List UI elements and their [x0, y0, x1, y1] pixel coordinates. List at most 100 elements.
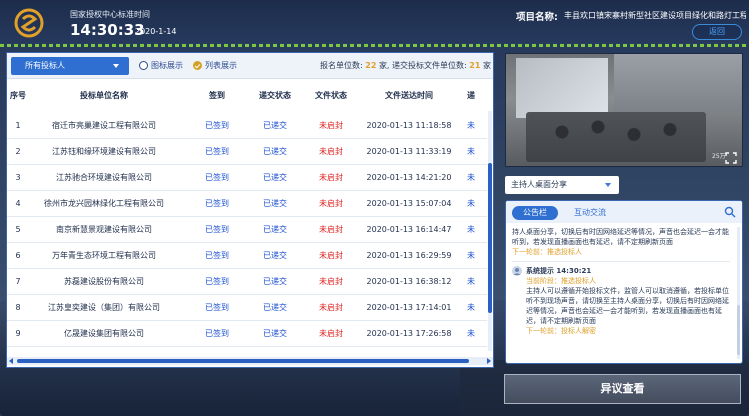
- table-vertical-scrollbar[interactable]: [488, 111, 492, 351]
- row-no: 7: [15, 277, 21, 286]
- row-file: 未启封: [319, 173, 343, 182]
- row-more: 未: [467, 121, 475, 130]
- notice-panel: 公告栏 互动交流 持人桌面分享，切换后有时因网络延迟等情况，声音也会延迟一会才能…: [505, 200, 743, 364]
- row-name: 江苏钰和缘环境建设有限公司: [52, 147, 156, 156]
- scroll-right-icon[interactable]: [487, 358, 491, 364]
- video-wall: [614, 54, 742, 112]
- table-row[interactable]: 3 江苏驰合环境建设有限公司 已签到 已递交 未启封 2020-01-13 14…: [7, 165, 487, 191]
- table-row[interactable]: 2 江苏钰和缘环境建设有限公司 已签到 已递交 未启封 2020-01-13 1…: [7, 139, 487, 165]
- project-label: 项目名称:: [516, 12, 558, 23]
- row-name: 亿晟建设集团有限公司: [64, 329, 144, 338]
- chevron-down-icon: [605, 183, 611, 187]
- notice-messages: 持人桌面分享，切换后有时因网络延迟等情况，声音也会延迟一会才能听到，若发现直播画…: [506, 223, 736, 363]
- row-file: 未启封: [319, 121, 343, 130]
- row-submit: 已递交: [263, 173, 287, 182]
- row-time: 2020-01-13 15:07:04: [366, 199, 452, 208]
- header-bar: 国家授权中心标准时间 14:30:33 2020-1-14 项目名称: 丰县欢口…: [0, 0, 749, 44]
- radio-checked-icon: [193, 61, 202, 70]
- row-name: 江苏皇奕建设（集团）有限公司: [48, 303, 160, 312]
- vertical-scroll-thumb[interactable]: [488, 163, 492, 313]
- row-file: 未启封: [319, 251, 343, 260]
- row-name: 宿迁市亮巢建设工程有限公司: [52, 121, 156, 130]
- row-file: 未启封: [319, 277, 343, 286]
- row-no: 6: [15, 251, 21, 260]
- header-submit-status: 递交状态: [259, 91, 291, 100]
- message-text: 持人桌面分享，切换后有时因网络延迟等情况，声音也会延迟一会才能听到，若发现直播画…: [512, 228, 729, 246]
- header-signin: 签到: [209, 91, 225, 100]
- row-more: 未: [467, 173, 475, 182]
- notice-tabs: 公告栏 互动交流: [506, 201, 742, 223]
- message-text: 主持人可以遵循开始投标文件，监管人可以取消遵循，若投标单位听不到现场声音，请切换…: [526, 287, 729, 325]
- table-row[interactable]: 1 宿迁市亮巢建设工程有限公司 已签到 已递交 未启封 2020-01-13 1…: [7, 113, 487, 139]
- row-more: 未: [467, 199, 475, 208]
- stats-mid: 家, 递交投标文件单位数:: [378, 61, 467, 70]
- back-button[interactable]: 返回: [692, 24, 742, 40]
- tab-bulletin[interactable]: 公告栏: [512, 206, 558, 220]
- notice-scrollbar[interactable]: [737, 227, 740, 359]
- table-row[interactable]: 8 江苏皇奕建设（集团）有限公司 已签到 已递交 未启封 2020-01-13 …: [7, 295, 487, 321]
- radio-unchecked-icon: [139, 61, 148, 70]
- live-video[interactable]: 25万: [505, 53, 743, 167]
- notice-scroll-thumb[interactable]: [737, 305, 740, 355]
- row-submit: 已递交: [263, 147, 287, 156]
- row-time: 2020-01-13 16:14:47: [366, 225, 452, 234]
- row-time: 2020-01-13 17:14:01: [366, 303, 452, 312]
- row-no: 1: [15, 121, 21, 130]
- message-title: 系统提示 14:30:21: [526, 267, 592, 275]
- stats-prefix: 报名单位数:: [320, 61, 363, 70]
- clock-date: 2020-1-14: [135, 27, 177, 36]
- row-signin: 已签到: [205, 303, 229, 312]
- desktop-share-select[interactable]: 主持人桌面分享: [505, 176, 619, 194]
- row-submit: 已递交: [263, 329, 287, 338]
- row-submit: 已递交: [263, 303, 287, 312]
- row-more: 未: [467, 225, 475, 234]
- radio-chart-view[interactable]: 图标展示: [139, 61, 183, 73]
- table-row[interactable]: 7 苏磊建设股份有限公司 已签到 已递交 未启封 2020-01-13 16:3…: [7, 269, 487, 295]
- bidder-filter-select[interactable]: 所有投标人: [11, 57, 129, 75]
- registration-stats: 报名单位数: 22 家, 递交投标文件单位数: 21 家: [320, 60, 491, 71]
- logo-icon: [14, 8, 44, 38]
- desktop-share-label: 主持人桌面分享: [511, 180, 567, 189]
- scroll-left-icon[interactable]: [9, 358, 13, 364]
- search-icon[interactable]: [724, 206, 736, 218]
- table-horizontal-scrollbar[interactable]: [7, 357, 493, 365]
- horizontal-scroll-thumb[interactable]: [17, 359, 469, 363]
- table-row[interactable]: 9 亿晟建设集团有限公司 已签到 已递交 未启封 2020-01-13 17:2…: [7, 321, 487, 347]
- fullscreen-icon[interactable]: [725, 152, 737, 164]
- time-source-label: 国家授权中心标准时间: [70, 10, 150, 19]
- row-no: 8: [15, 303, 21, 312]
- row-time: 2020-01-13 14:21:20: [366, 173, 452, 182]
- row-time: 2020-01-13 11:18:58: [366, 121, 452, 130]
- objection-view-button[interactable]: 异议查看: [504, 374, 741, 404]
- chevron-down-icon: [113, 64, 119, 68]
- table-row[interactable]: 5 南京新慧景观建设有限公司 已签到 已递交 未启封 2020-01-13 16…: [7, 217, 487, 243]
- row-time: 2020-01-13 16:29:59: [366, 251, 452, 260]
- radio-list-label: 列表展示: [205, 61, 237, 70]
- row-name: 苏磊建设股份有限公司: [64, 277, 144, 286]
- row-signin: 已签到: [205, 121, 229, 130]
- video-audience: [526, 112, 706, 162]
- bidder-panel: 所有投标人 图标展示 列表展示 报名单位数: 22 家, 递交投标文件单位数: …: [6, 52, 494, 368]
- tab-interaction[interactable]: 互动交流: [574, 206, 606, 220]
- video-projector-screen: [516, 58, 608, 118]
- stats-registered-count: 22: [365, 61, 377, 70]
- table-row[interactable]: 6 万年青生态环境工程有限公司 已签到 已递交 未启封 2020-01-13 1…: [7, 243, 487, 269]
- stats-submitted-count: 21: [469, 61, 481, 70]
- row-signin: 已签到: [205, 147, 229, 156]
- table-row[interactable]: 4 徐州市龙兴园林绿化工程有限公司 已签到 已递交 未启封 2020-01-13…: [7, 191, 487, 217]
- row-signin: 已签到: [205, 329, 229, 338]
- header-name: 投标单位名称: [80, 91, 128, 100]
- row-file: 未启封: [319, 303, 343, 312]
- row-more: 未: [467, 329, 475, 338]
- clock-time: 14:30:33: [70, 21, 145, 39]
- row-more: 未: [467, 251, 475, 260]
- row-file: 未启封: [319, 199, 343, 208]
- row-submit: 已递交: [263, 199, 287, 208]
- system-avatar-icon: [512, 266, 522, 276]
- radio-chart-label: 图标展示: [151, 61, 183, 70]
- row-file: 未启封: [319, 147, 343, 156]
- row-no: 5: [15, 225, 21, 234]
- header-more: 递: [467, 91, 475, 100]
- radio-list-view[interactable]: 列表展示: [193, 61, 237, 73]
- row-submit: 已递交: [263, 121, 287, 130]
